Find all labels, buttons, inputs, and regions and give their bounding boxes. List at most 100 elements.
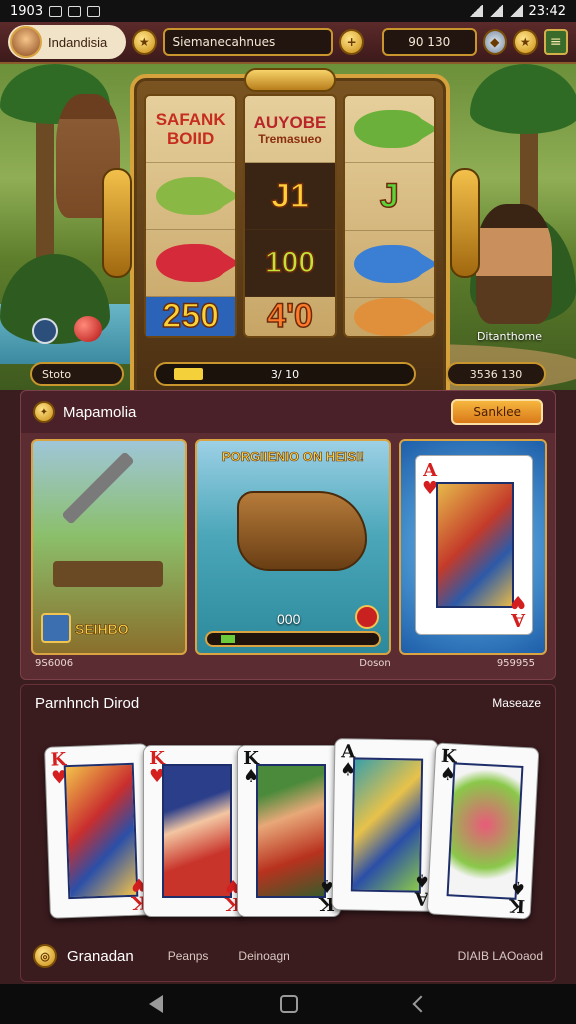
anchor-art (61, 451, 135, 525)
player-name: Indandisia (48, 34, 108, 50)
alert-icon[interactable] (355, 605, 379, 629)
card-art (63, 762, 139, 900)
card-rank: A ♥ (509, 591, 526, 630)
character-badge-icon (41, 613, 71, 643)
status-time: 1903 (10, 3, 44, 19)
slot-controls: Stoto 3/ 10 3536 130 (0, 356, 576, 390)
game-scene: SAFANK BOIID 250 AUYOBE Tremasueo J1 100… (0, 64, 576, 390)
game-card-count: 000 (277, 611, 301, 627)
panel-right-label[interactable]: Maseaze (492, 696, 541, 710)
panel-header: Parnhnch Dirod Maseaze (21, 685, 555, 721)
spin-progress-fill (174, 368, 203, 380)
panel-title: Parnhnch Dirod (35, 694, 140, 712)
profile-chip[interactable]: Indandisia (8, 25, 126, 59)
symbol-value: J (379, 176, 399, 216)
add-coins-icon[interactable]: + (339, 29, 364, 55)
card-hand-panel: Parnhnch Dirod Maseaze K ♥ K ♥ K ♥ K ♥ K ♠ K ♠ A ♠ A ♠ K… (20, 684, 556, 982)
playing-card[interactable]: K ♥ K ♥ (143, 745, 247, 917)
panel-header: ✦ Mapamolia Sanklee (21, 391, 555, 433)
symbol-value: J1 (270, 176, 309, 216)
card-art (256, 764, 326, 898)
panel-footer: ◎ Granadan Peanps Deinoagn DIAIB LAOoaod (21, 941, 555, 971)
card-art (162, 764, 232, 898)
bet-left-box[interactable]: Stoto (30, 362, 124, 386)
character-label: Ditanthome (476, 330, 542, 343)
playing-card[interactable]: K ♠ K ♠ (237, 745, 341, 917)
balance-pill[interactable]: Siemanecahnues (162, 28, 334, 56)
wood-log-art (53, 561, 163, 587)
game-card-boat[interactable]: PORGIIENIO ON HEISI! 000 (195, 439, 391, 655)
reel-symbol-text: AUYOBE Tremasueo (245, 96, 335, 163)
symbol-value: 250 (162, 297, 220, 336)
reel-symbol-fish (344, 231, 434, 298)
footer-right: 959955 (496, 658, 535, 669)
card-hand: K ♥ K ♥ K ♥ K ♥ K ♠ K ♠ A ♠ A ♠ K ♠ K ♠ (44, 738, 547, 920)
footer-tab[interactable]: Peanps (168, 949, 209, 963)
footer-left: 9S6006 (35, 658, 74, 669)
navigation-bar (0, 984, 576, 1024)
coins-pill[interactable]: 90 130 (381, 28, 477, 56)
bet-right-box[interactable]: 3536 130 (446, 362, 546, 386)
reel: SAFANK BOIID 250 (144, 94, 238, 338)
message-icon (68, 5, 82, 17)
reel-symbol-number: J1 (245, 163, 335, 230)
apple-icon (74, 316, 102, 342)
featured-games-panel: ✦ Mapamolia Sanklee SEIHBO PORGIIENIO ON… (20, 390, 556, 680)
footer-tab[interactable]: Deinoagn (238, 949, 289, 963)
reel-symbol-number: 250 (146, 297, 236, 336)
boat-art (237, 491, 367, 571)
signal-icon (508, 5, 523, 17)
playing-card[interactable]: K ♠ K ♠ (426, 742, 540, 920)
symbol-sub: BOIID (167, 129, 215, 148)
playing-card[interactable]: K ♥ K ♥ (44, 743, 154, 919)
machine-left-lever (102, 168, 132, 278)
game-card-label: SEIHBO (75, 621, 129, 638)
wifi-icon (488, 5, 503, 17)
game-card-ace[interactable]: A ♥ A ♥ (399, 439, 547, 655)
reels: SAFANK BOIID 250 AUYOBE Tremasueo J1 100… (144, 94, 436, 338)
bet-left-value: Stoto (42, 367, 72, 381)
playing-card[interactable]: A ♠ A ♠ (331, 738, 439, 912)
footer-right[interactable]: DIAIB LAOoaod (458, 949, 543, 963)
symbol-title: AUYOBE (253, 112, 327, 132)
recents-icon[interactable] (412, 995, 430, 1013)
reel-symbol-fish (344, 96, 434, 164)
games-row: SEIHBO PORGIIENIO ON HEISI! 000 A ♥ A ♥ (31, 439, 547, 655)
red-fish-icon (155, 244, 236, 282)
sanklee-button[interactable]: Sanklee (451, 399, 543, 425)
star-icon[interactable]: ★ (513, 29, 538, 55)
balance-label: Siemanecahnues (172, 35, 276, 49)
panel-title: Mapamolia (63, 403, 137, 421)
footer-title: Granadan (67, 947, 134, 965)
villager-character (476, 204, 552, 324)
spin-progress: 3/ 10 (154, 362, 416, 386)
blue-fish-icon (354, 244, 434, 283)
footer-mid: Doson (359, 658, 391, 669)
symbol-value: 4'0 (266, 297, 313, 336)
spin-progress-label: 3/ 10 (270, 367, 300, 381)
green-fish-icon (354, 110, 434, 149)
orange-fish-icon (354, 298, 434, 336)
game-card-anchor[interactable]: SEIHBO (31, 439, 187, 655)
slot-machine: SAFANK BOIID 250 AUYOBE Tremasueo J1 100… (102, 68, 480, 390)
image-icon (87, 5, 101, 17)
palm-leaves (470, 64, 576, 134)
ace-card: A ♥ A ♥ (415, 455, 533, 635)
menu-icon[interactable]: ≡ (543, 29, 568, 55)
notification-icon (49, 5, 63, 17)
reel-symbol-fish (345, 298, 434, 336)
reel-symbol-fish (146, 230, 236, 297)
reel-symbol-fish (146, 163, 236, 230)
compass-icon: ✦ (33, 401, 55, 423)
info-icon[interactable] (32, 318, 58, 344)
bet-right-value: 3536 130 (469, 367, 523, 381)
reel-symbol-number: 4'0 (245, 297, 334, 336)
machine-crest (244, 68, 336, 92)
reel-symbol-number: J (344, 163, 434, 231)
symbol-sub: Tremasueo (258, 131, 322, 146)
reel: AUYOBE Tremasueo J1 100 4'0 (243, 94, 337, 338)
button-label: Sanklee (473, 405, 521, 419)
home-icon[interactable] (279, 995, 298, 1013)
card-rank-bottom: K ♠ (508, 876, 527, 917)
back-icon[interactable] (148, 995, 163, 1013)
